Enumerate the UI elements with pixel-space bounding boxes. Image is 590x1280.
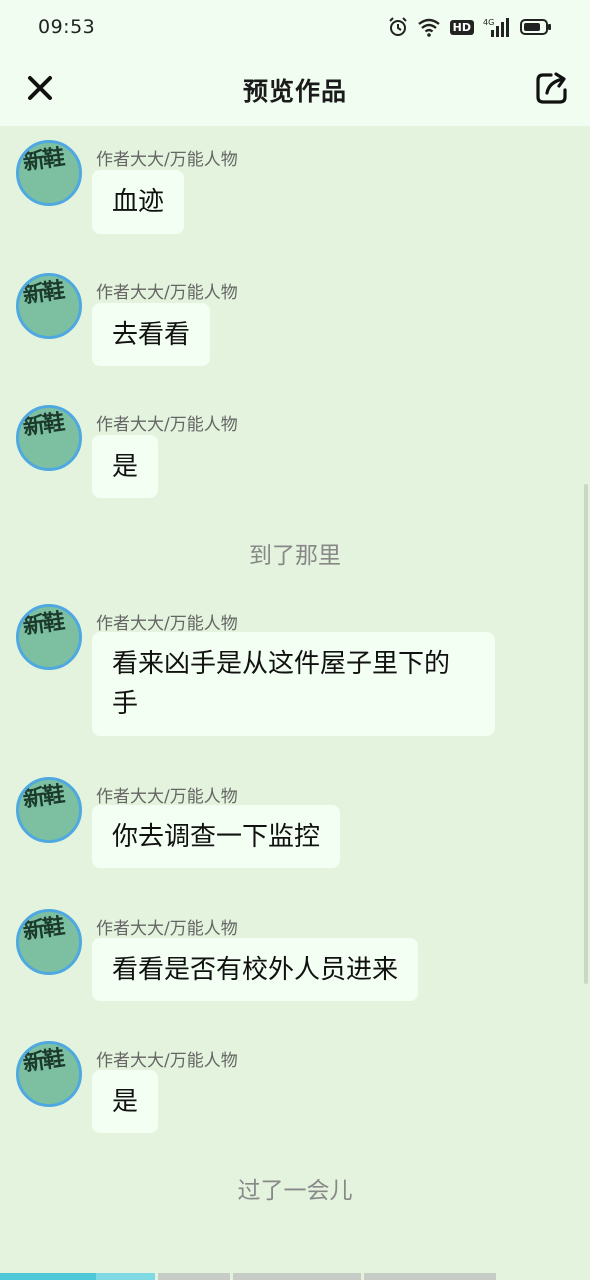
message-line: 看来凶手是从这件屋子里下的 (112, 649, 451, 679)
sender-name: 作者大大/万能人物 (96, 150, 238, 170)
share-icon (535, 71, 569, 109)
sender-name: 作者大大/万能人物 (96, 415, 238, 435)
avatar[interactable]: 新鞋 (16, 405, 82, 471)
narration-text: 过了一会儿 (237, 1178, 353, 1204)
message-bubble[interactable]: 是 (92, 1070, 159, 1133)
header: 预览作品 (0, 54, 590, 126)
avatar[interactable]: 新鞋 (16, 604, 82, 670)
avatar[interactable]: 新鞋 (16, 1041, 82, 1107)
status-bar: 09:53 HD 4G (0, 0, 590, 54)
progress-segment-active (0, 1273, 155, 1280)
wifi-icon (417, 17, 441, 37)
share-button[interactable] (530, 68, 574, 112)
hd-badge: HD (449, 19, 474, 35)
message-line: 你去调查一下监控 (112, 822, 321, 852)
message-line: 是 (112, 1087, 139, 1117)
sender-name: 作者大大/万能人物 (96, 283, 238, 303)
avatar-text: 新鞋 (21, 278, 65, 309)
sender-name: 作者大大/万能人物 (96, 1051, 238, 1071)
message-line: 去看看 (112, 320, 191, 350)
message-line: 是 (112, 452, 139, 482)
avatar[interactable]: 新鞋 (16, 909, 82, 975)
message-bubble[interactable]: 看看是否有校外人员进来 (92, 938, 419, 1001)
message-bubble[interactable]: 你去调查一下监控 (92, 805, 341, 868)
avatar[interactable]: 新鞋 (16, 273, 82, 339)
progress-bar (0, 1273, 590, 1280)
progress-segment (364, 1273, 496, 1280)
network-type: 4G (483, 18, 494, 27)
message-bubble[interactable]: 是 (92, 435, 159, 498)
app-root: 09:53 HD 4G 预览作品 新鞋 作者大大/万能人物 血迹 新鞋 作者大大… (0, 0, 590, 1280)
sender-name: 作者大大/万能人物 (96, 787, 238, 807)
close-button[interactable] (20, 70, 60, 110)
signal-icon: 4G (483, 17, 511, 37)
message-line: 血迹 (112, 187, 165, 217)
alarm-icon (388, 17, 408, 37)
status-time: 09:53 (38, 16, 96, 38)
close-icon (27, 75, 53, 105)
chat-list[interactable]: 新鞋 作者大大/万能人物 血迹 新鞋 作者大大/万能人物 去看看 新鞋 作者大大… (0, 126, 590, 1266)
message-bubble[interactable]: 看来凶手是从这件屋子里下的 手 (92, 632, 495, 736)
sender-name: 作者大大/万能人物 (96, 614, 238, 634)
scrollbar[interactable] (584, 484, 588, 984)
avatar-text: 新鞋 (21, 145, 65, 176)
page-title: 预览作品 (242, 77, 347, 106)
avatar-text: 新鞋 (21, 1046, 65, 1077)
message-line: 看看是否有校外人员进来 (112, 955, 399, 985)
message-bubble[interactable]: 去看看 (92, 303, 211, 366)
narration-text: 到了那里 (249, 543, 341, 569)
avatar-text: 新鞋 (21, 782, 65, 813)
avatar[interactable]: 新鞋 (16, 140, 82, 206)
message-bubble[interactable]: 血迹 (92, 170, 185, 234)
avatar-text: 新鞋 (21, 914, 65, 945)
progress-segment (233, 1273, 361, 1280)
avatar-text: 新鞋 (21, 609, 65, 640)
avatar-text: 新鞋 (21, 410, 65, 441)
avatar[interactable]: 新鞋 (16, 777, 82, 843)
progress-segment (158, 1273, 230, 1280)
message-line: 手 (112, 689, 139, 719)
sender-name: 作者大大/万能人物 (96, 919, 238, 939)
battery-icon (520, 18, 552, 36)
status-icons: HD 4G (388, 17, 552, 37)
